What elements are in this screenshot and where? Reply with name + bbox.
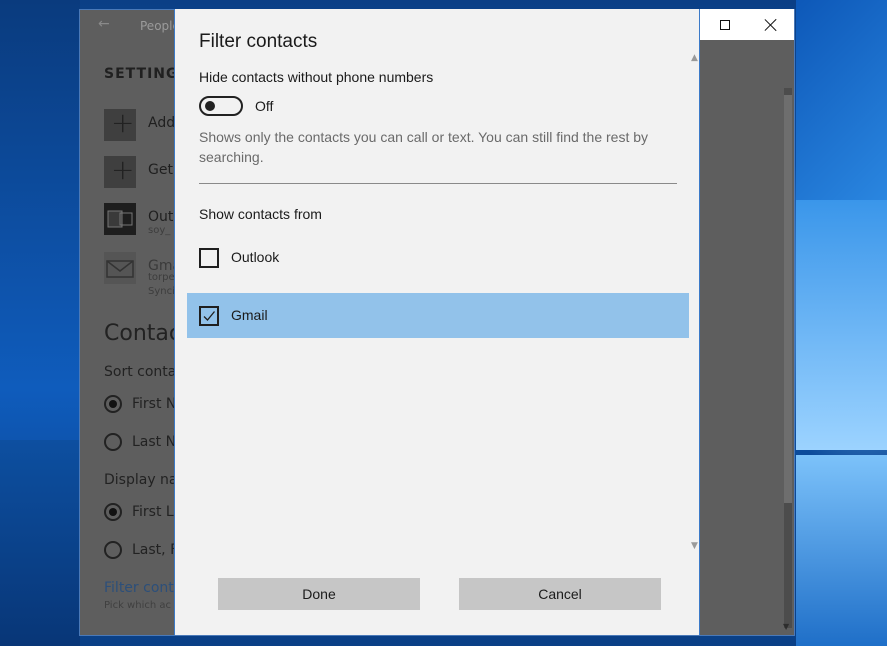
display-first-radio[interactable] (104, 503, 122, 521)
outlook-icon (104, 203, 136, 235)
filter-contacts-link[interactable]: Filter conta (104, 580, 182, 596)
gmail-account-sync: Synci (148, 286, 175, 297)
filter-contacts-dialog: Filter contacts ▲ Hide contacts without … (174, 9, 700, 635)
close-icon (765, 19, 777, 31)
settings-heading: SETTING (104, 66, 179, 82)
add-account-row[interactable]: Add (104, 106, 175, 143)
divider (199, 183, 677, 184)
gmail-checkbox[interactable] (199, 306, 219, 326)
hide-contacts-label: Hide contacts without phone numbers (199, 69, 434, 85)
app-scrollbar-thumb[interactable] (784, 95, 792, 503)
get-account-label: Get (148, 162, 173, 178)
hide-contacts-toggle[interactable] (199, 96, 243, 116)
app-scroll-down-icon[interactable]: ▼ (783, 622, 789, 631)
add-account-label: Add (148, 115, 176, 131)
maximize-icon (720, 19, 730, 30)
outlook-label: Outlook (231, 249, 280, 265)
sort-first-label: First N (132, 396, 177, 412)
display-last-label: Last, F (132, 542, 179, 558)
filter-contacts-sub: Pick which ac (104, 600, 171, 611)
sort-last-label: Last N (132, 434, 177, 450)
dialog-title: Filter contacts (199, 31, 318, 52)
gmail-account-row[interactable]: Gma torpe Synci (104, 252, 181, 297)
maximize-button[interactable] (702, 9, 748, 40)
close-button[interactable] (748, 9, 794, 40)
gmail-label: Gmail (231, 307, 268, 323)
gmail-account-email: torpe (148, 272, 175, 283)
outlook-account-label: Out (148, 209, 174, 225)
sort-label: Sort conta (104, 364, 177, 380)
done-button[interactable]: Done (218, 578, 420, 610)
outlook-checkbox[interactable] (199, 248, 219, 268)
plus-icon (104, 106, 136, 141)
display-last-radio[interactable] (104, 541, 122, 559)
plus-icon (104, 153, 136, 188)
outlook-account-email: soy_ (148, 225, 171, 236)
show-contacts-from-label: Show contacts from (199, 206, 322, 222)
sort-last-radio[interactable] (104, 433, 122, 451)
contacts-heading: Contac (104, 321, 181, 346)
option-outlook[interactable]: Outlook (187, 235, 689, 280)
sort-first-radio[interactable] (104, 395, 122, 413)
scroll-down-icon[interactable]: ▼ (691, 541, 698, 551)
display-label: Display na (104, 472, 178, 488)
toggle-state-label: Off (255, 98, 274, 114)
back-arrow-icon[interactable]: ← (98, 16, 110, 32)
hide-contacts-description: Shows only the contacts you can call or … (199, 129, 649, 165)
scroll-up-icon[interactable]: ▲ (691, 53, 698, 63)
mail-icon (104, 252, 136, 284)
checkmark-icon (203, 311, 216, 321)
toggle-knob (205, 101, 215, 111)
get-account-row[interactable]: Get (104, 153, 173, 190)
option-gmail[interactable]: Gmail (187, 293, 689, 338)
outlook-account-row[interactable]: Out soy_ (104, 203, 173, 237)
cancel-button[interactable]: Cancel (459, 578, 661, 610)
